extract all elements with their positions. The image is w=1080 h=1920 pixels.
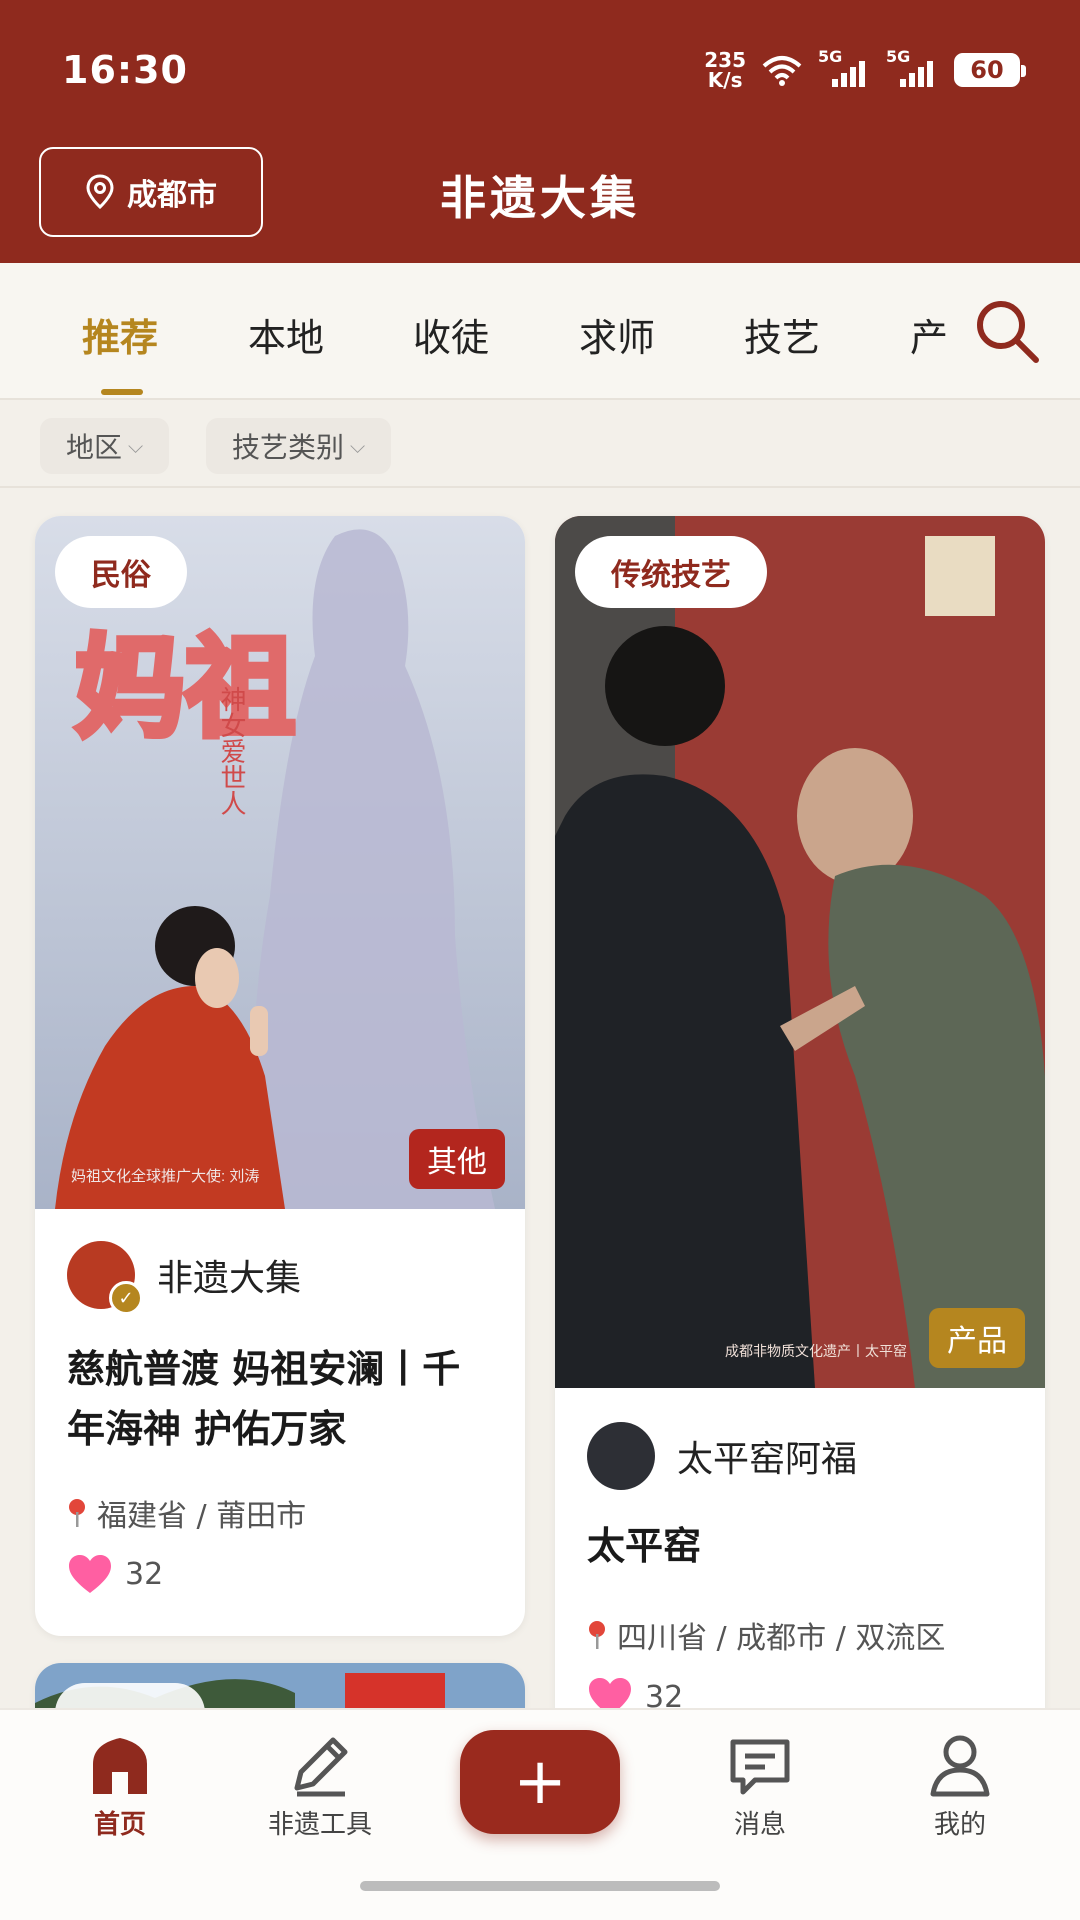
verified-badge-icon: ✓ (109, 1281, 143, 1315)
home-indicator[interactable] (360, 1881, 720, 1891)
card-image-caption: 成都非物质文化遗产丨太平窑 (725, 1343, 907, 1360)
filter-craft-category[interactable]: 技艺类别 ⌵ (206, 418, 392, 474)
chevron-down-icon: ⌵ (350, 434, 366, 458)
feed-card[interactable] (35, 1663, 525, 1708)
tab-local[interactable]: 本地 (248, 307, 324, 362)
tab-product[interactable]: 产 (910, 307, 948, 362)
card-author[interactable]: ✓ 非遗大集 (67, 1241, 301, 1315)
category-tabs: 推荐 本地 收徒 求师 技艺 产 (0, 263, 1080, 400)
location-pin-icon (589, 1621, 605, 1649)
feed-card[interactable]: 妈祖 神女爱世人 妈祖文化全球推广大使: 刘涛 民俗 其他 ✓ 非遗大集 慈航普… (35, 516, 525, 1636)
card-location: 四川省 / 成都市 / 双流区 (587, 1613, 945, 1657)
card-title: 太平窑 (587, 1524, 702, 1568)
card-tag: 民俗 (55, 536, 187, 608)
card-image-vertical-text: 神女爱世人 (216, 686, 246, 816)
nav-home[interactable]: 首页 (50, 1730, 190, 1841)
pencil-icon (294, 1737, 348, 1797)
signal-5g-icon: 5G (818, 47, 870, 87)
card-title: 慈航普渡 妈祖安澜丨千年海神 护佑万家 (67, 1347, 461, 1451)
card-image: 成都非物质文化遗产丨太平窑 (555, 516, 1045, 1388)
nav-tools[interactable]: 非遗工具 (250, 1730, 390, 1841)
add-post-button[interactable]: + (460, 1730, 620, 1834)
message-icon (730, 1739, 790, 1795)
nav-messages[interactable]: 消息 (690, 1730, 830, 1841)
card-image: 妈祖 神女爱世人 妈祖文化全球推广大使: 刘涛 (35, 516, 525, 1209)
page-title: 非遗大集 (440, 171, 640, 225)
content-feed[interactable]: 妈祖 神女爱世人 妈祖文化全球推广大使: 刘涛 民俗 其他 ✓ 非遗大集 慈航普… (0, 488, 1080, 1708)
tab-seek-master[interactable]: 求师 (579, 307, 655, 362)
card-likes[interactable]: 32 (67, 1553, 163, 1595)
type-badge: 其他 (409, 1129, 505, 1189)
card-image-title: 妈祖 (75, 623, 295, 752)
signal-5g-icon: 5G (886, 47, 938, 87)
card-author[interactable]: 太平窑阿福 (587, 1422, 857, 1490)
card-image (35, 1663, 525, 1708)
heart-icon (69, 1555, 111, 1593)
card-likes[interactable]: 32 (587, 1676, 683, 1708)
tab-craft[interactable]: 技艺 (744, 307, 820, 362)
feed-card[interactable]: 成都非物质文化遗产丨太平窑 传统技艺 产品 太平窑阿福 太平窑 四川省 / 成都… (555, 516, 1045, 1708)
status-icons: 235 K/s 5G 5G 60 (704, 47, 1026, 92)
type-badge: 产品 (929, 1308, 1025, 1368)
tab-apprentice[interactable]: 收徒 (413, 307, 489, 362)
card-tag: 传统技艺 (575, 536, 767, 608)
app-header: 16:30 235 K/s 5G 5G 60 成都市 非遗大集 (0, 0, 1080, 263)
avatar (587, 1422, 655, 1490)
tab-recommend[interactable]: 推荐 (82, 307, 158, 362)
card-location: 福建省 / 莆田市 (67, 1491, 306, 1535)
card-image-caption: 妈祖文化全球推广大使: 刘涛 (71, 1167, 259, 1185)
avatar: ✓ (67, 1241, 143, 1315)
home-icon (93, 1738, 147, 1794)
filter-bar: 地区 ⌵ 技艺类别 ⌵ (0, 400, 1080, 488)
user-icon (930, 1735, 990, 1797)
wifi-icon (762, 56, 802, 86)
active-tab-indicator (101, 389, 143, 395)
status-time: 16:30 (62, 48, 188, 92)
chevron-down-icon: ⌵ (128, 434, 144, 458)
search-icon[interactable] (972, 296, 1042, 366)
status-bar: 16:30 235 K/s 5G 5G 60 (0, 0, 1080, 140)
filter-region[interactable]: 地区 ⌵ (40, 418, 170, 474)
net-speed: 235 K/s (704, 48, 746, 92)
battery-icon: 60 (954, 53, 1026, 87)
location-pin-icon (69, 1499, 85, 1527)
nav-profile[interactable]: 我的 (890, 1730, 1030, 1841)
heart-icon (589, 1678, 631, 1708)
